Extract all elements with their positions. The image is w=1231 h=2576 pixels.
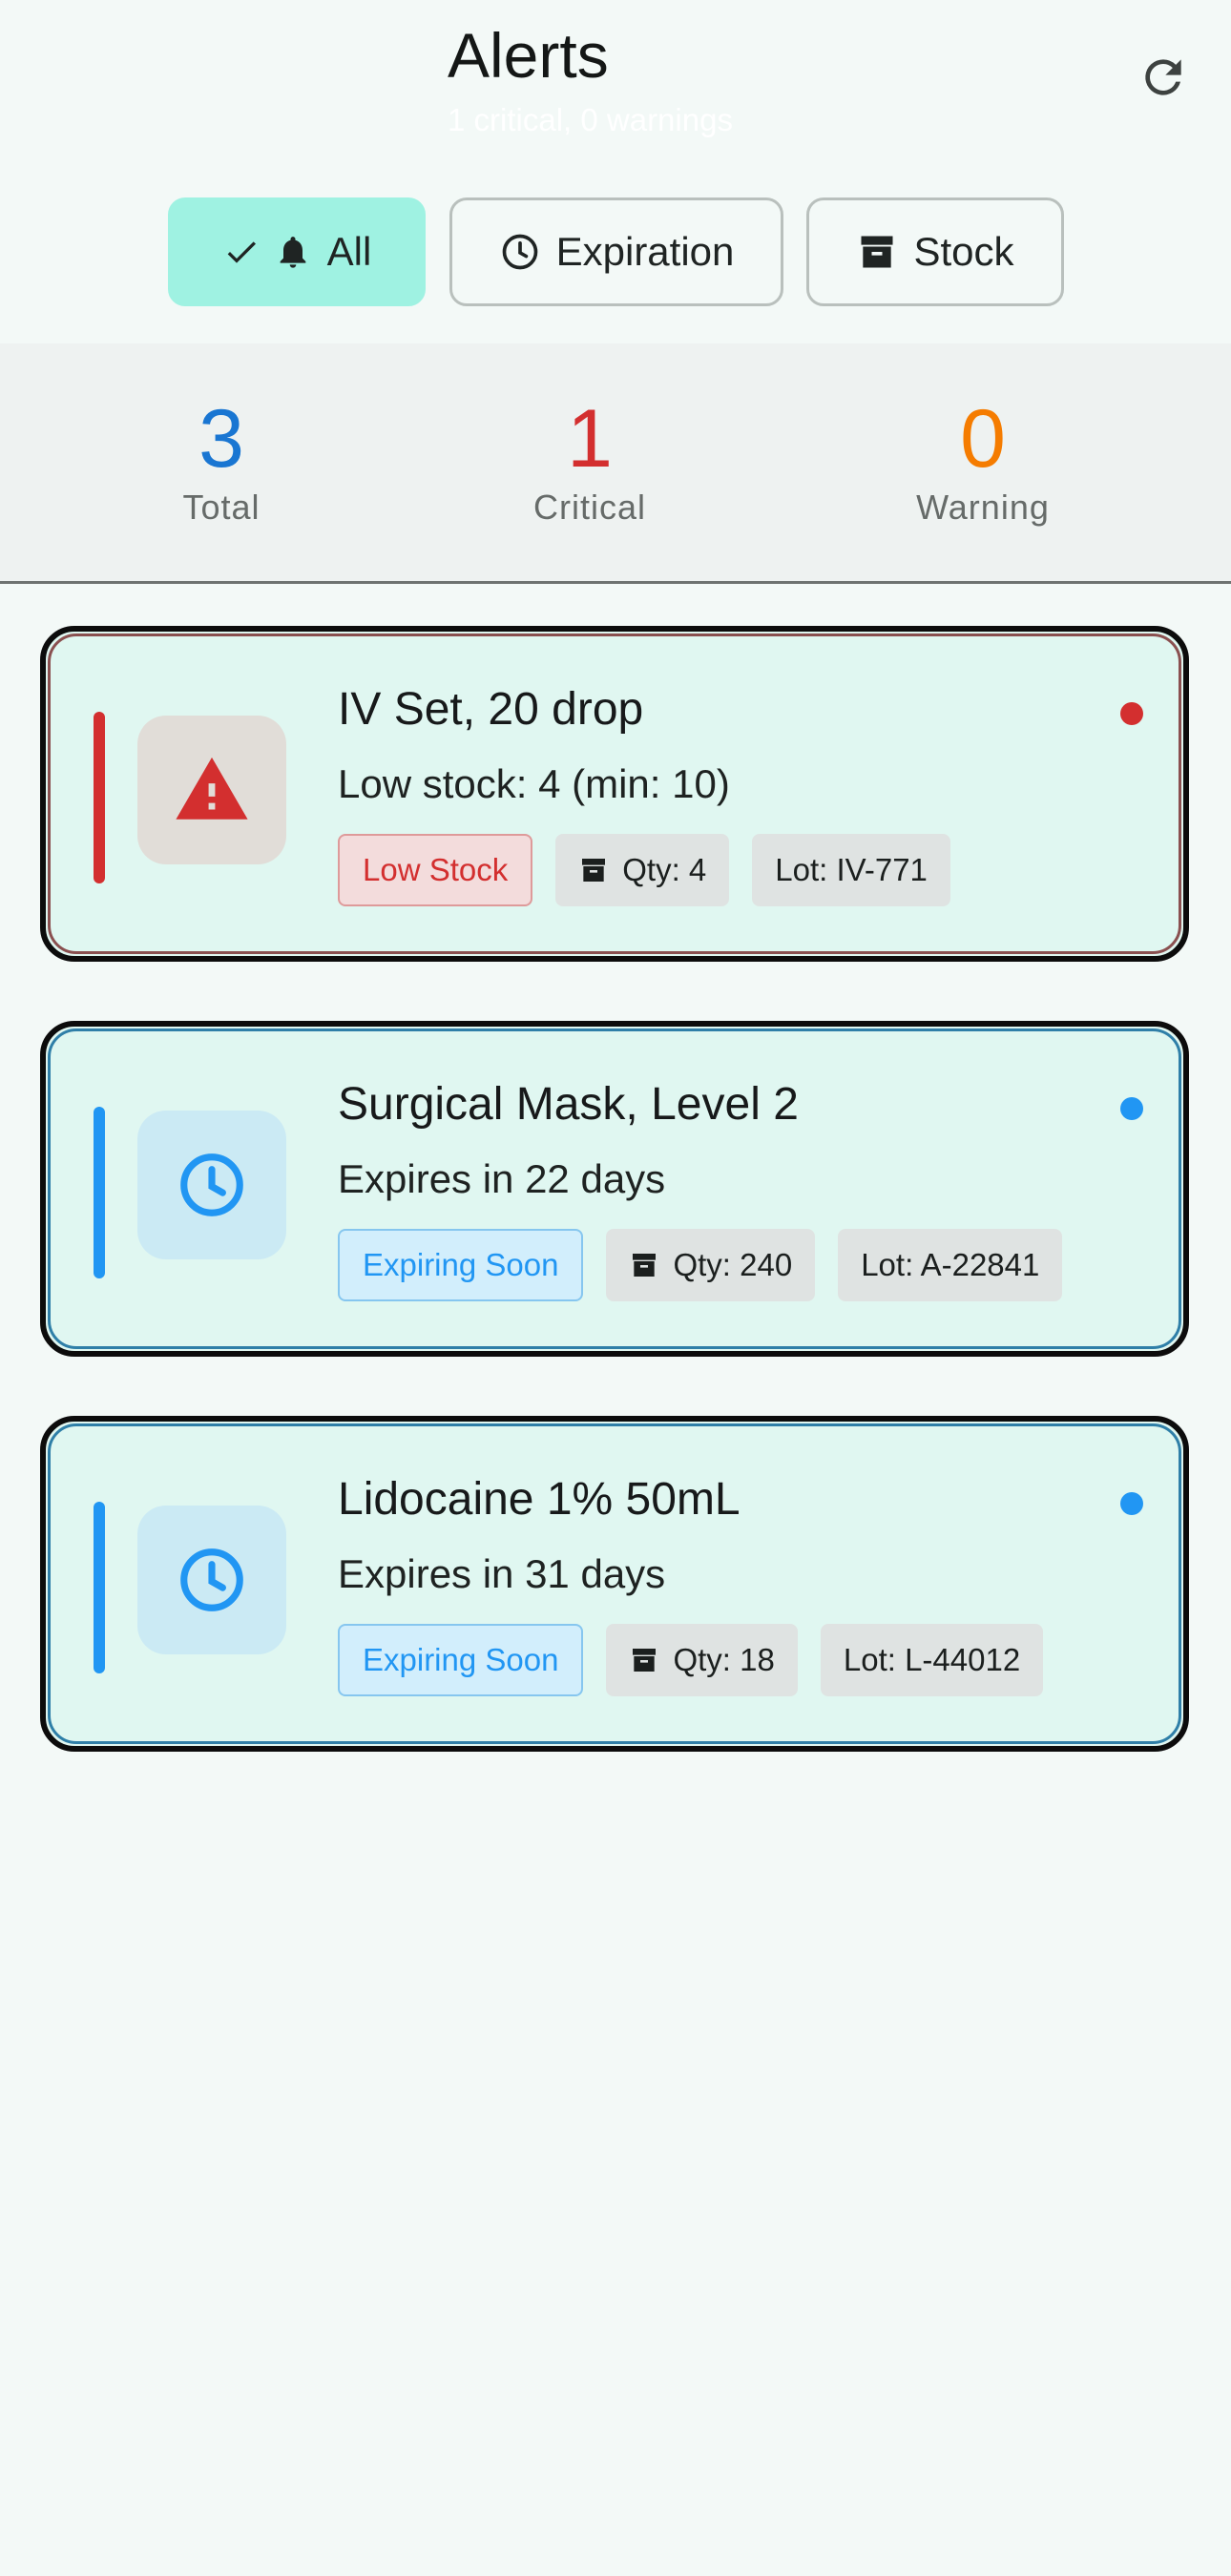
clock-icon: [499, 231, 541, 273]
quantity-text: Qty: 4: [622, 852, 707, 887]
alert-title: Lidocaine 1% 50mL: [338, 1474, 741, 1525]
archive-box-icon: [629, 1645, 659, 1675]
stat-critical: 1 Critical: [447, 391, 733, 529]
quantity-badge: Qty: 18: [606, 1624, 798, 1696]
refresh-icon: [1145, 59, 1181, 95]
alert-card[interactable]: Surgical Mask, Level 2 Expires in 22 day…: [40, 1021, 1189, 1357]
filter-chip-all[interactable]: All: [168, 197, 426, 306]
stat-warning-value: 0: [960, 393, 1006, 485]
alert-title: Surgical Mask, Level 2: [338, 1079, 799, 1130]
app-header: Alerts 1 critical, 0 warnings: [0, 0, 1231, 191]
archive-box-icon: [578, 855, 609, 885]
stat-warning: 0 Warning: [840, 391, 1126, 529]
quantity-text: Qty: 240: [673, 1247, 793, 1282]
warning-triangle-icon: [176, 757, 248, 820]
filter-chip-stock[interactable]: Stock: [806, 197, 1064, 306]
check-icon: [222, 233, 261, 271]
alert-icon-box: [137, 1111, 286, 1259]
clock-icon: [180, 1153, 243, 1216]
status-dot: [1120, 702, 1143, 725]
alert-title: IV Set, 20 drop: [338, 684, 644, 735]
alert-description: Expires in 22 days: [338, 1156, 666, 1201]
severity-bar: [94, 1107, 105, 1278]
alert-icon-box: [137, 716, 286, 864]
bell-icon: [274, 233, 312, 271]
status-dot: [1120, 1097, 1143, 1120]
filter-chip-label: All: [326, 229, 372, 274]
alert-icon-box: [137, 1506, 286, 1654]
quantity-badge: Qty: 240: [606, 1229, 816, 1301]
filter-chip-expiration[interactable]: Expiration: [449, 197, 783, 306]
archive-box-icon: [629, 1250, 659, 1280]
refresh-button[interactable]: [1134, 48, 1193, 107]
stat-warning-label: Warning: [916, 488, 1050, 527]
stat-total-label: Total: [182, 488, 261, 527]
filter-chip-label: Stock: [913, 229, 1014, 274]
alert-type-badge: Low Stock: [338, 834, 533, 906]
alert-description: Expires in 31 days: [338, 1551, 666, 1596]
lot-badge: Lot: A-22841: [838, 1229, 1063, 1301]
page-title: Alerts: [448, 20, 609, 91]
alert-card[interactable]: Lidocaine 1% 50mL Expires in 31 days Exp…: [40, 1416, 1189, 1752]
quantity-text: Qty: 18: [673, 1642, 775, 1677]
lot-badge: Lot: L-44012: [820, 1624, 1044, 1696]
alert-type-badge: Expiring Soon: [338, 1624, 584, 1696]
clock-icon: [180, 1548, 243, 1611]
page-subtitle: 1 critical, 0 warnings: [448, 102, 733, 137]
stat-critical-value: 1: [567, 393, 613, 485]
alert-type-badge: Expiring Soon: [338, 1229, 584, 1301]
archive-box-icon: [856, 231, 898, 273]
severity-bar: [94, 712, 105, 883]
severity-bar: [94, 1502, 105, 1673]
stat-total-value: 3: [198, 393, 244, 485]
status-dot: [1120, 1492, 1143, 1515]
summary-panel: 3 Total 1 Critical 0 Warning: [0, 343, 1231, 584]
alert-description: Low stock: 4 (min: 10): [338, 761, 730, 806]
stat-total: 3 Total: [78, 391, 365, 529]
filter-chip-label: Expiration: [555, 229, 735, 274]
lot-badge: Lot: IV-771: [752, 834, 950, 906]
alert-card[interactable]: IV Set, 20 drop Low stock: 4 (min: 10) L…: [40, 626, 1189, 962]
stat-critical-label: Critical: [532, 488, 646, 527]
quantity-badge: Qty: 4: [555, 834, 730, 906]
